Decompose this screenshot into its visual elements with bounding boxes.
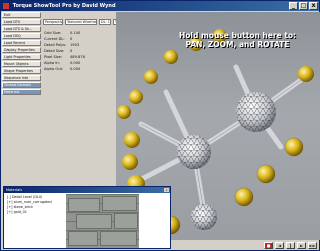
navigation-hint: Hold mouse button here to: PAN, ZOOM, an… — [179, 31, 296, 49]
hint-line-1: Hold mouse button here to: — [179, 31, 296, 40]
load-dsq-button[interactable]: Load DSQ — [2, 33, 41, 39]
silver-hub-wire — [191, 204, 217, 230]
left-button-panel: Exit Load DTS Load DTS & Sk... Load DSQ … — [2, 12, 42, 132]
materials-title-bar[interactable]: Materials — [4, 187, 170, 193]
materials-window[interactable]: Materials x [-] Detail Level (DL0) [+] a… — [3, 186, 171, 249]
play-button[interactable]: ► — [297, 242, 306, 249]
display-properties-button[interactable]: Display Properties — [2, 47, 41, 53]
shape-properties-button[interactable]: Shape Properties — [2, 68, 41, 74]
rewind-button[interactable]: ◄ — [275, 242, 284, 249]
shape-stats: Grid Size: 0.100 Current DL: 0 Detail Poly… — [44, 30, 114, 72]
load-recent-button[interactable]: Load Recent — [2, 40, 41, 46]
app-window: Torque ShowTool Pro by David Wynd _ □ x … — [0, 0, 320, 251]
stat-value: 0.000 — [70, 67, 81, 71]
render-mode-dropdown[interactable]: Textured Wireframe — [65, 19, 97, 25]
load-dts-button[interactable]: Load DTS — [2, 19, 41, 25]
materials-tree: [-] Detail Level (DL0) [+] alum_num_corr… — [7, 195, 52, 215]
playback-controls: ■ ◄ ‖ ► ►► — [176, 241, 320, 250]
texture-preview — [66, 194, 139, 248]
window-title: Torque ShowTool Pro by David Wynd — [12, 3, 116, 9]
thread-controls-button[interactable]: Thread Controls — [2, 82, 41, 88]
close-button[interactable]: x — [309, 2, 318, 10]
minimize-button[interactable]: _ — [289, 2, 298, 10]
materials-close-button[interactable]: x — [164, 188, 169, 192]
stat-row: Alpha Out: 0.000 — [44, 66, 114, 72]
light-properties-button[interactable]: Light Properties — [2, 54, 41, 60]
fast-forward-button[interactable]: ►► — [308, 242, 317, 249]
tree-node[interactable]: [+] gold_01 — [7, 210, 52, 215]
mount-objects-button[interactable]: Mount Objects — [2, 61, 41, 67]
view-mode-dropdown[interactable]: Perspective — [43, 19, 63, 25]
maximize-button[interactable]: □ — [299, 2, 308, 10]
materials-button[interactable]: Materials — [2, 89, 41, 95]
silver-hub-wire — [177, 135, 211, 169]
app-icon — [3, 3, 9, 9]
stat-key: Alpha Out: — [44, 67, 64, 71]
title-bar[interactable]: Torque ShowTool Pro by David Wynd _ □ x — [1, 1, 319, 11]
stop-button[interactable]: ■ — [264, 242, 273, 249]
pause-button[interactable]: ‖ — [286, 242, 295, 249]
detail-level-dropdown[interactable]: DL: 1 — [99, 19, 111, 25]
sequence-info-button[interactable]: Sequence Info — [2, 75, 41, 81]
hint-line-2: PAN, ZOOM, and ROTATE — [185, 40, 290, 49]
load-dts-skel-button[interactable]: Load DTS & Sk... — [2, 26, 41, 32]
exit-button[interactable]: Exit — [2, 12, 41, 18]
silver-hub-wire — [236, 92, 276, 132]
